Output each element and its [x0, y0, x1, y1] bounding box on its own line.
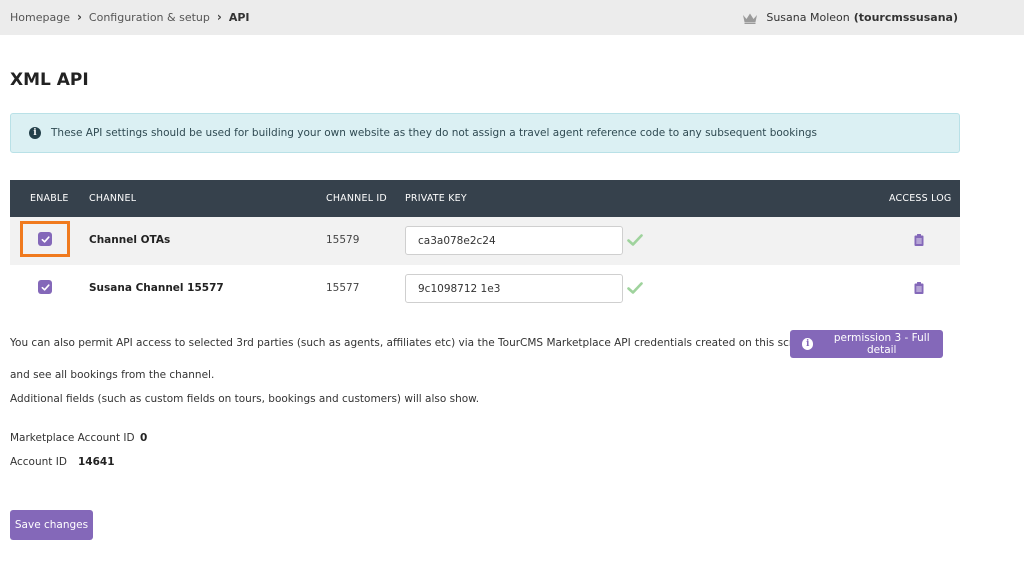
check-icon: [627, 282, 643, 294]
breadcrumb: Homepage › Configuration & setup › API: [10, 10, 249, 24]
marketplace-text-line2: and see all bookings from the channel.: [10, 369, 215, 381]
header-access-log: ACCESS LOG: [889, 193, 952, 204]
enable-checkbox-highlight: [20, 221, 70, 257]
clipboard-icon[interactable]: [914, 282, 924, 294]
channel-id: 15577: [326, 282, 360, 294]
private-key-input[interactable]: [405, 226, 623, 255]
chevron-right-icon: ›: [216, 10, 222, 24]
checkmark-icon: [41, 283, 50, 291]
chevron-right-icon: ›: [76, 10, 82, 24]
marketplace-text-line3: Additional fields (such as custom fields…: [10, 393, 480, 405]
table-row: Channel OTAs 15579: [10, 217, 960, 265]
marketplace-account-id-value: 0: [140, 432, 148, 444]
channel-id: 15579: [326, 234, 360, 246]
marketplace-account-id-label: Marketplace Account ID: [10, 432, 135, 444]
page-title: XML API: [10, 70, 89, 90]
user-login: (tourcmssusana): [853, 11, 958, 24]
breadcrumb-configuration[interactable]: Configuration & setup: [89, 11, 210, 24]
account-id-value: 14641: [78, 456, 115, 468]
table-header: ENABLE CHANNEL CHANNEL ID PRIVATE KEY AC…: [10, 180, 960, 217]
crown-icon: [743, 13, 758, 24]
header-private-key: PRIVATE KEY: [405, 193, 467, 204]
user-name: Susana Moleon: [766, 11, 850, 24]
header-channel-id: CHANNEL ID: [326, 193, 387, 204]
check-icon: [627, 234, 643, 246]
api-channels-table: ENABLE CHANNEL CHANNEL ID PRIVATE KEY AC…: [10, 180, 960, 313]
marketplace-text-line1: You can also permit API access to select…: [10, 337, 850, 349]
header-channel: CHANNEL: [89, 193, 137, 204]
channel-name: Susana Channel 15577: [89, 282, 224, 294]
table-row: Susana Channel 15577 15577: [10, 265, 960, 313]
breadcrumb-homepage[interactable]: Homepage: [10, 11, 70, 24]
clipboard-icon[interactable]: [914, 234, 924, 246]
breadcrumb-current: API: [228, 10, 250, 24]
info-alert: i These API settings should be used for …: [10, 113, 960, 153]
header-enable: ENABLE: [30, 193, 69, 204]
channel-name: Channel OTAs: [89, 234, 171, 246]
info-icon: i: [29, 127, 41, 139]
private-key-input[interactable]: [405, 274, 623, 303]
top-bar: Homepage › Configuration & setup › API S…: [0, 0, 1024, 35]
permission-button-label: permission 3 - Full detail: [833, 332, 930, 356]
enable-checkbox[interactable]: [38, 232, 52, 246]
permission-button[interactable]: i permission 3 - Full detail: [790, 330, 943, 358]
user-menu[interactable]: Susana Moleon (tourcmssusana): [742, 11, 958, 24]
info-text: These API settings should be used for bu…: [51, 127, 818, 139]
account-id-label: Account ID: [10, 456, 67, 468]
checkmark-icon: [41, 235, 50, 243]
info-icon: i: [802, 338, 814, 350]
enable-checkbox[interactable]: [38, 280, 52, 294]
enable-checkbox-wrap: [20, 269, 70, 305]
save-changes-button[interactable]: Save changes: [10, 510, 93, 540]
